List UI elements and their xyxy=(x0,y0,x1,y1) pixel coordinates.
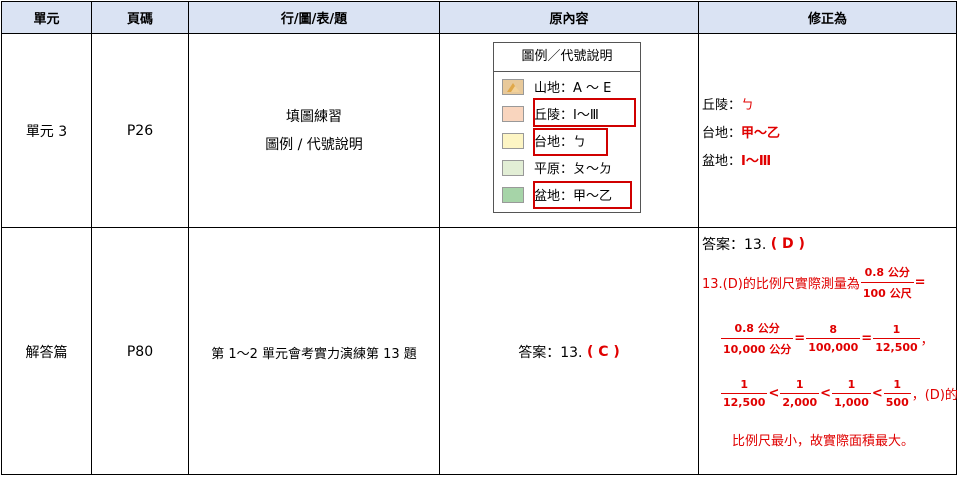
mountain-icon xyxy=(502,78,524,95)
row1-fix-line: 丘陵：ㄅ xyxy=(702,98,755,113)
basin-swatch xyxy=(502,186,524,203)
highlight-box xyxy=(533,128,608,156)
legend-title: 圖例／代號說明 xyxy=(494,43,640,72)
row2-fix-line2: 0.8 公分 10,000 公分 = 8 100,000 = 1 12,500 ， xyxy=(721,322,934,356)
fraction: 1 1,000 xyxy=(832,378,871,409)
fraction: 8 100,000 xyxy=(806,323,861,354)
header-original: 原內容 xyxy=(549,12,589,27)
plateau-swatch xyxy=(502,132,524,149)
row2-unit: 解答篇 xyxy=(25,345,68,361)
row1-fix-line: 台地：甲～乙 xyxy=(702,126,781,141)
highlight-box xyxy=(533,98,636,127)
header-correction: 修正為 xyxy=(807,12,847,27)
header-item: 行/圖/表/題 xyxy=(280,12,348,27)
divider xyxy=(698,2,699,474)
row2-fix-line3: 1 12,500 < 1 2,000 < 1 1,000 < 1 500 ，(D)的 xyxy=(721,378,958,409)
fraction: 1 2,000 xyxy=(780,378,820,409)
row1-fix: 丘陵：ㄅ 台地：甲～乙 盆地：Ⅰ～Ⅲ xyxy=(702,92,780,176)
row1-page: P26 xyxy=(126,122,154,139)
correction-table: 單元 頁碼 行/圖/表/題 原內容 修正為 單元 3 P26 填圖練習 圖例 /… xyxy=(1,1,958,475)
fraction: 1 12,500 xyxy=(873,323,920,354)
row2-item: 第 1～2 單元會考實力演練第 13 題 xyxy=(211,346,417,362)
row2-page: P80 xyxy=(126,344,154,360)
header-page: 頁碼 xyxy=(126,12,153,27)
legend-row-plain: 平原：ㄆ～ㄉ xyxy=(494,154,640,181)
fraction: 0.8 公分 100 公尺 xyxy=(860,266,914,300)
hills-swatch xyxy=(502,105,524,122)
plain-swatch xyxy=(502,159,524,176)
row2-original: 答案：13. ( C ) xyxy=(518,344,620,361)
fraction: 0.8 公分 10,000 公分 xyxy=(721,322,794,356)
header-unit: 單元 xyxy=(33,12,60,27)
fraction: 1 12,500 xyxy=(721,378,768,409)
row2-fix-line4: 比例尺最小，故實際面積最大。 xyxy=(732,434,915,449)
legend-row-mountain: 山地：A ～ E xyxy=(494,73,640,100)
row2-fix-line1: 13.(D)的比例尺實際測量為 0.8 公分 100 公尺 = xyxy=(702,266,926,300)
row1-item-line1: 填圖練習 xyxy=(286,108,342,125)
row1-unit: 單元 3 xyxy=(25,123,68,140)
row1-item: 填圖練習 圖例 / 代號說明 xyxy=(189,34,439,227)
row2-fix-answer: 答案：13. ( D ) xyxy=(702,236,805,253)
fraction: 1 500 xyxy=(883,378,911,409)
row1-fix-line: 盆地：Ⅰ～Ⅲ xyxy=(702,154,772,169)
row1-item-line2: 圖例 / 代號說明 xyxy=(265,136,363,153)
highlight-box xyxy=(533,181,632,209)
